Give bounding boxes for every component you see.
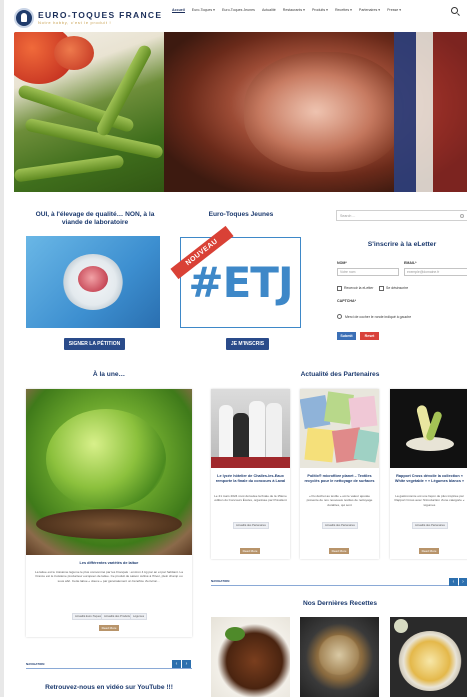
reset-button[interactable]: Reset — [360, 332, 379, 340]
search-icon[interactable] — [460, 214, 464, 218]
tag-actualite-partenaires[interactable]: Actualité des Partenaires — [233, 522, 269, 529]
page: EURO-TOQUES FRANCE Notre hobby, c'est le… — [0, 0, 467, 697]
newsletter-title: S'inscrire à la eLetter — [367, 241, 437, 248]
partner-card[interactable]: Politix® microfibre planet – Textiles re… — [300, 389, 379, 559]
receive-eletter-label: Recevoir la eLetter — [344, 286, 374, 290]
lettuce-image — [26, 389, 192, 555]
petition-image[interactable] — [26, 236, 160, 328]
unsubscribe-label: Se désinscrire — [386, 286, 409, 290]
read-more-button[interactable]: Read More — [240, 548, 260, 554]
prev-arrow-button[interactable]: ‹ — [172, 660, 181, 668]
recettes-title: Nos Dernières Recettes — [302, 600, 378, 607]
etj-title: Euro-Toques Jeunes — [208, 211, 274, 218]
main-nav: Accueil Euro-Toques ▾ Euro-Toques Jeunes… — [172, 8, 401, 13]
tag-actualite-partenaires[interactable]: Actualité des Partenaires — [322, 522, 358, 529]
etj-logo-image[interactable]: NOUVEAU #ETJ — [170, 225, 301, 328]
unsubscribe-checkbox[interactable] — [379, 286, 384, 291]
next-arrow-button[interactable]: › — [459, 578, 467, 586]
partner-card-text: « Du déchet au textile » est le valeur a… — [306, 494, 373, 507]
sign-petition-button[interactable]: SIGNER LA PÉTITION — [64, 338, 125, 350]
nav-item-actualite[interactable]: Actualité — [262, 8, 276, 13]
nav-item-presse[interactable]: Presse ▾ — [387, 8, 401, 13]
recipe-image[interactable] — [211, 617, 290, 697]
submit-button[interactable]: Submit — [337, 332, 356, 340]
email-label: EMAIL* — [404, 261, 417, 265]
flag-red-band — [433, 32, 467, 192]
tag-legumes[interactable]: Légumes — [130, 613, 148, 620]
tag-actualite-euro-toques[interactable]: Actualité Euro-Toques — [72, 613, 105, 620]
a-la-une-title: À la une… — [92, 371, 126, 378]
nav-item-euro-toques-jeunes[interactable]: Euro-Toques Jeunes — [222, 8, 255, 13]
flag-white-band — [416, 32, 433, 192]
partner-card-title[interactable]: Politix® microfibre planet – Textiles re… — [303, 474, 376, 484]
white-vegetable-image — [390, 389, 467, 468]
partner-card-title[interactable]: Rapport Cross dévoile la collection « Wh… — [393, 474, 466, 484]
email-field[interactable]: exemple@domaine.fr — [404, 268, 467, 276]
subscribe-button[interactable]: JE M'INSCRIS — [226, 338, 269, 350]
flag-blue-band — [394, 32, 416, 192]
captcha-radio[interactable] — [337, 314, 342, 319]
search-input[interactable]: Search ... — [336, 210, 467, 221]
recipe-image[interactable] — [300, 617, 379, 697]
partner-card[interactable]: Le lycée hôtelier de Challes-les-Eaux re… — [211, 389, 290, 559]
navigation-label: NAVIGATION — [26, 662, 45, 666]
search-icon[interactable] — [451, 7, 458, 14]
textiles-image — [300, 389, 379, 468]
nav-item-partenaires[interactable]: Partenaires ▾ — [359, 8, 380, 13]
read-more-button[interactable]: Read More — [99, 625, 119, 631]
nav-item-euro-toques[interactable]: Euro-Toques ▾ — [192, 8, 215, 13]
logo-icon[interactable] — [14, 8, 34, 28]
read-more-button[interactable]: Read More — [329, 548, 349, 554]
brand-name: EURO-TOQUES FRANCE — [38, 9, 163, 20]
nav-item-restaurants[interactable]: Restaurants ▾ — [283, 8, 305, 13]
etj-logo-text: #ETJ — [188, 258, 293, 307]
hero-banner — [14, 32, 467, 192]
nav-item-produits[interactable]: Produits ▾ — [312, 8, 328, 13]
chefs-image — [211, 389, 290, 468]
partner-card-title[interactable]: Le lycée hôtelier de Challes-les-Eaux re… — [214, 474, 287, 484]
partenaires-title: Actualité des Partenaires — [300, 371, 380, 378]
search-placeholder: Search ... — [340, 214, 356, 218]
brand[interactable]: EURO-TOQUES FRANCE Notre hobby, c'est le… — [38, 11, 162, 26]
next-arrow-button[interactable]: › — [182, 660, 191, 668]
nav-item-accueil[interactable]: Accueil — [172, 8, 185, 13]
lab-meat — [78, 266, 108, 292]
prev-arrow-button[interactable]: ‹ — [449, 578, 458, 586]
read-more-button[interactable]: Read More — [419, 548, 439, 554]
partner-card[interactable]: Rapport Cross dévoile la collection « Wh… — [390, 389, 467, 559]
nav-item-recettes[interactable]: Recettes ▾ — [335, 8, 352, 13]
partner-card-text: Le 21 mars 2024 s'est déroulée la finale… — [214, 494, 287, 503]
brand-tagline: Notre hobby, c'est le produit ! — [38, 20, 112, 26]
featured-card-text: La laitue est le troisième légume le plu… — [35, 570, 183, 583]
captcha-label: CAPTCHA* — [337, 299, 356, 303]
nom-field[interactable]: Votre nom — [337, 268, 399, 276]
nom-label: NOM* — [337, 261, 347, 265]
captcha-text: Merci de cocher le ronde indiqué à gauch… — [345, 315, 412, 319]
featured-card[interactable]: Les différentes variétés de laitue La la… — [26, 389, 192, 637]
youtube-title: Retrouvez-nous en vidéo sur YouTube !!! — [45, 684, 173, 691]
navigation-label: NAVIGATION — [211, 579, 230, 583]
petition-title: OUI, à l'élevage de qualité… NON, à la v… — [35, 211, 155, 227]
featured-card-title[interactable]: Les différentes variétés de laitue — [32, 561, 186, 566]
partner-card-text: La gastronomie est une façon de plus ins… — [394, 494, 465, 507]
receive-eletter-checkbox[interactable] — [337, 286, 342, 291]
tag-actualite-partenaires[interactable]: Actualité des Partenaires — [412, 522, 448, 529]
recipe-image[interactable] — [390, 617, 467, 697]
tag-actualite-produits[interactable]: Actualité des Produits — [101, 613, 133, 620]
